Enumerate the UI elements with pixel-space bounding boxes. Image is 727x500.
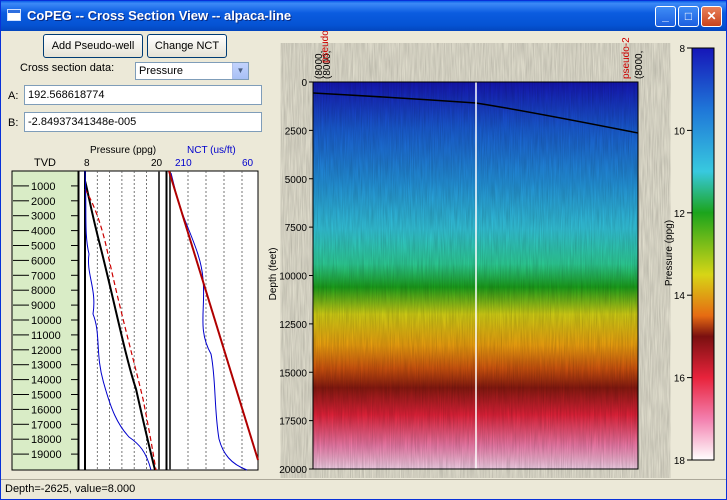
tvd-label: TVD xyxy=(34,157,56,169)
change-nct-button[interactable]: Change NCT xyxy=(147,34,227,58)
well-2-label[interactable]: pseudo-2 xyxy=(621,37,632,79)
nct-min-label: 210 xyxy=(175,158,192,169)
close-button[interactable]: ✕ xyxy=(701,6,722,27)
main-window: CoPEG -- Cross Section View -- alpaca-li… xyxy=(0,0,727,500)
well-2-coord: (8000, xyxy=(634,51,645,79)
well-1-label[interactable]: pseudo-1 xyxy=(320,31,331,63)
colorbar-tick-label: 8 xyxy=(679,44,685,55)
tvd-tick-label: 13000 xyxy=(31,360,62,372)
tvd-tick-label: 19000 xyxy=(31,449,62,461)
tvd-tick-label: 18000 xyxy=(31,434,62,446)
cross-section-label: Cross section data: xyxy=(20,62,115,74)
tvd-tick-label: 11000 xyxy=(31,330,61,342)
close-icon: ✕ xyxy=(706,9,717,23)
colorbar-ticks: 8 10 12 14 16 18 xyxy=(674,44,692,467)
maximize-icon: □ xyxy=(684,9,693,23)
colorbar-tick-label: 10 xyxy=(674,126,686,137)
colorbar-tick-label: 18 xyxy=(674,456,686,467)
nct-axis-label: NCT (us/ft) xyxy=(187,145,236,156)
add-pseudo-well-button[interactable]: Add Pseudo-well xyxy=(43,34,143,58)
b-label: B: xyxy=(8,117,19,129)
status-bar: Depth=-2625, value=8.000 xyxy=(1,479,726,499)
depth-tick-label: 17500 xyxy=(279,417,307,428)
pressure-max-label: 20 xyxy=(151,158,163,169)
nct-track xyxy=(166,170,259,471)
depth-tick-label: 15000 xyxy=(279,368,307,379)
depth-tick-label: 5000 xyxy=(285,175,308,186)
tvd-tick-label: 3000 xyxy=(31,211,55,223)
cross-section-view[interactable]: 0 2500 5000 7500 10000 12500 15000 17500 20000 D… xyxy=(267,31,727,478)
nct-max-label: 60 xyxy=(242,158,254,169)
depth-tick-label: 20000 xyxy=(279,465,307,476)
colorbar-tick-label: 16 xyxy=(674,374,686,385)
title-bar[interactable]: CoPEG -- Cross Section View -- alpaca-li… xyxy=(1,1,726,31)
pressure-min-label: 8 xyxy=(84,158,90,169)
depth-tick-label: 10000 xyxy=(279,272,307,283)
tvd-tick-label: 5000 xyxy=(31,241,55,253)
cross-section-value: Pressure xyxy=(139,65,184,77)
depth-tick-label: 2500 xyxy=(285,126,308,137)
depth-tick-label: 0 xyxy=(301,78,307,89)
tvd-tick-label: 2000 xyxy=(31,196,55,208)
tvd-tick-label: 8000 xyxy=(31,285,55,297)
colorbar-label: Pressure (ppg) xyxy=(664,220,675,286)
a-label: A: xyxy=(8,90,19,102)
depth-axis-label: Depth (feet) xyxy=(268,248,279,301)
colorbar xyxy=(691,47,715,461)
app-icon xyxy=(7,9,21,21)
tvd-tick-label: 15000 xyxy=(31,390,62,402)
tvd-tick-label: 17000 xyxy=(31,419,62,431)
control-panel: Add Pseudo-well Change NCT Cross section… xyxy=(1,31,267,478)
colorbar-tick-label: 12 xyxy=(674,209,686,220)
depth-tick-label: 12500 xyxy=(279,320,307,331)
minimize-icon: _ xyxy=(662,9,669,23)
well-log-panel[interactable]: Pressure (ppg) NCT (us/ft) 8 20 210 60 T… xyxy=(1,139,267,478)
chevron-down-icon[interactable]: ▼ xyxy=(232,63,248,79)
colorbar-tick-label: 14 xyxy=(674,291,686,302)
depth-tick-label: 7500 xyxy=(285,223,308,234)
tvd-tick-label: 6000 xyxy=(31,255,55,267)
window-title: CoPEG -- Cross Section View -- alpaca-li… xyxy=(27,8,292,23)
tvd-tick-label: 16000 xyxy=(31,404,62,416)
maximize-button[interactable]: □ xyxy=(678,6,699,27)
tvd-tick-label: 9000 xyxy=(31,300,55,312)
depth-axis: 0 2500 5000 7500 10000 12500 15000 17500 20000 xyxy=(279,78,313,476)
tvd-tick-label: 14000 xyxy=(31,375,62,387)
tvd-tick-label: 7000 xyxy=(31,270,55,282)
tvd-tick-label: 10000 xyxy=(31,315,62,327)
tvd-tick-label: 12000 xyxy=(31,345,62,357)
cross-section-select[interactable]: Pressure ▼ xyxy=(135,62,249,80)
minimize-button[interactable]: _ xyxy=(655,6,676,27)
tvd-tick-label: 4000 xyxy=(31,226,55,238)
b-field[interactable]: -2.84937341348e-005 xyxy=(24,112,262,132)
pressure-axis-label: Pressure (ppg) xyxy=(90,145,156,156)
tvd-tick-label: 1000 xyxy=(31,181,55,193)
a-field[interactable]: 192.568618774 xyxy=(24,85,262,105)
